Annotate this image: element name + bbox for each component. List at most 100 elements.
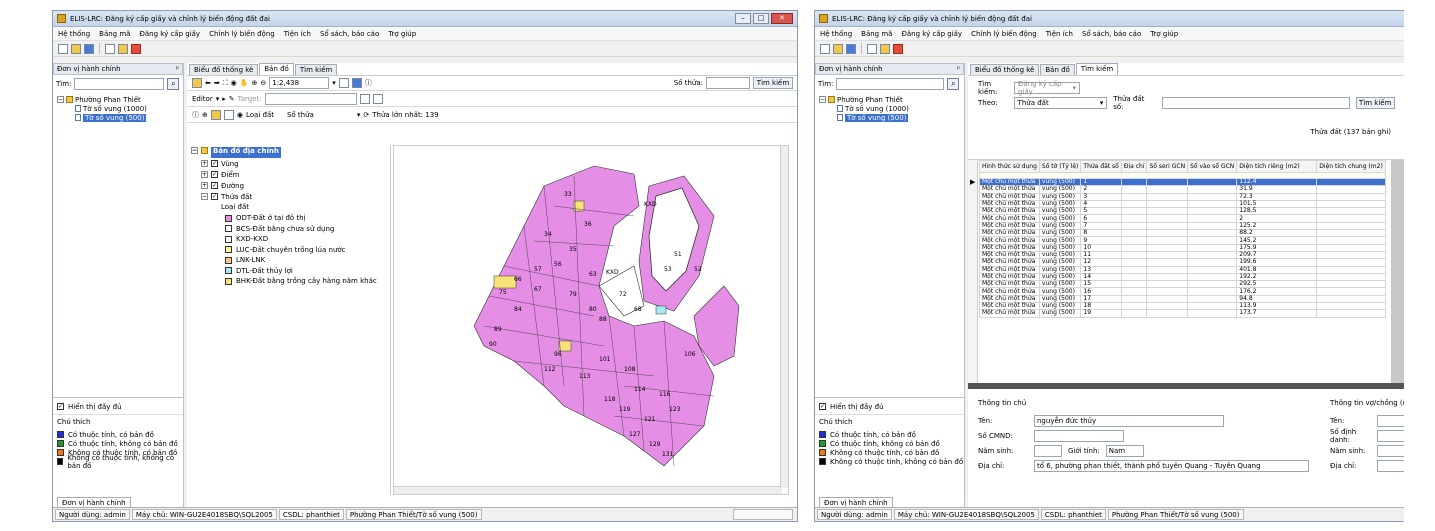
table-row[interactable]: Một chủ một thửa vung (500) 10 175.9 bbox=[979, 243, 1386, 252]
full-extent-icon[interactable]: ⛶ bbox=[223, 79, 228, 88]
tab-search[interactable]: Tìm kiếm bbox=[1075, 63, 1119, 75]
layout-icon[interactable] bbox=[359, 93, 370, 104]
back-arrow-icon[interactable]: ⬅ bbox=[205, 79, 211, 87]
info-icon[interactable]: ⓘ bbox=[365, 78, 372, 88]
collapse-icon[interactable]: − bbox=[57, 96, 64, 103]
globe-icon[interactable]: ◉ bbox=[231, 79, 237, 87]
document-icon[interactable] bbox=[105, 43, 115, 54]
menu-item-chinh-ly[interactable]: Chỉnh lý biến động bbox=[971, 30, 1037, 38]
pencil-icon[interactable]: ✎ bbox=[229, 95, 235, 103]
search-button[interactable]: Tìm kiếm bbox=[1355, 96, 1395, 109]
tree-node-sheet-1000[interactable]: Tờ số vung (1000) bbox=[819, 104, 960, 113]
menu-item-tien-ich[interactable]: Tiện ích bbox=[284, 30, 311, 38]
settings-icon[interactable] bbox=[846, 43, 856, 54]
legend-icon[interactable] bbox=[223, 109, 234, 120]
checkbox-checked-icon[interactable]: ✓ bbox=[57, 403, 64, 410]
table-row[interactable]: Một chủ một thửa vung (500) 11 209.7 bbox=[979, 250, 1386, 260]
checkbox-checked-icon[interactable]: ✓ bbox=[211, 171, 218, 178]
layer-duong[interactable]: + ✓ Đường bbox=[201, 180, 386, 191]
refresh-icon[interactable] bbox=[71, 43, 81, 54]
refresh-icon[interactable] bbox=[833, 43, 843, 54]
menu-item-tien-ich[interactable]: Tiện ích bbox=[1046, 30, 1073, 38]
collapse-icon[interactable]: − bbox=[819, 96, 826, 103]
grid-vertical-scrollbar[interactable] bbox=[1391, 160, 1404, 389]
search-icon[interactable]: ⌕ bbox=[167, 78, 180, 90]
spouse-birth-year-field[interactable] bbox=[1376, 444, 1404, 457]
horizontal-scrollbar[interactable] bbox=[394, 486, 782, 494]
edit-icon[interactable] bbox=[58, 43, 68, 54]
refresh-icon[interactable]: ⟳ bbox=[363, 111, 369, 119]
tim-kiem-combo[interactable]: Đăng ký cấp giấy ▾ bbox=[1014, 80, 1080, 96]
thua-dat-so-input[interactable] bbox=[1162, 96, 1350, 109]
pin-icon[interactable]: ᵖ bbox=[176, 65, 179, 73]
minimize-button[interactable]: – bbox=[735, 13, 751, 24]
chevron-down-icon[interactable]: ▾ bbox=[216, 95, 220, 103]
table-row[interactable]: Một chủ một thửa vung (500) 7 125.2 bbox=[979, 221, 1386, 231]
maximize-button[interactable]: □ bbox=[753, 13, 769, 24]
spouse-id-field[interactable] bbox=[1376, 429, 1404, 442]
attributes-icon[interactable] bbox=[372, 93, 383, 104]
column-header[interactable]: Diện tích riêng (m2) bbox=[1236, 160, 1318, 173]
table-row[interactable]: Một chủ một thửa vung (500) 6 2 bbox=[979, 214, 1386, 223]
layer-thua-dat[interactable]: − ✓ Thửa đất bbox=[201, 191, 386, 202]
show-full-checkbox[interactable]: ✓ Hiển thị đầy đủ bbox=[815, 402, 964, 411]
pointer-icon[interactable]: ▸ bbox=[222, 95, 226, 103]
search-icon[interactable]: ⌕ bbox=[947, 78, 960, 90]
cadastral-map[interactable]: 33 34 35 36 51 52 53 56 57 63 66 67 68 7… bbox=[394, 146, 789, 495]
menu-item-bang-ma[interactable]: Bảng mã bbox=[99, 30, 130, 38]
editor-menu[interactable]: Editor bbox=[192, 95, 213, 103]
settings-icon[interactable] bbox=[84, 43, 94, 54]
pin-icon[interactable]: ᵖ bbox=[957, 65, 960, 73]
spouse-address-field[interactable] bbox=[1376, 459, 1404, 472]
search-input[interactable] bbox=[74, 78, 165, 90]
identify-icon[interactable] bbox=[351, 78, 362, 88]
menu-item-so-sach[interactable]: Sổ sách, báo cáo bbox=[1082, 30, 1141, 38]
so-thua-input[interactable] bbox=[706, 77, 750, 89]
table-row[interactable]: Một chủ một thửa vung (500) 14 192.2 bbox=[979, 272, 1386, 282]
map-view[interactable]: 33 34 35 36 51 52 53 56 57 63 66 67 68 7… bbox=[393, 145, 789, 495]
chevron-down-icon[interactable]: ▾ bbox=[332, 79, 336, 87]
owner-cmnd-field[interactable] bbox=[1034, 429, 1124, 442]
so-thua-combo[interactable]: Số thửa bbox=[287, 111, 314, 119]
scale-combo[interactable]: 1:2,438 bbox=[269, 77, 330, 89]
table-row[interactable]: Một chủ một thửa vung (500) 2 31.9 bbox=[979, 185, 1386, 194]
open-icon[interactable] bbox=[192, 78, 202, 88]
tab-map[interactable]: Bản đồ bbox=[259, 63, 294, 75]
column-header[interactable]: Số vào sổ GCN bbox=[1187, 160, 1238, 173]
table-row[interactable]: Một chủ một thửa vung (500) 16 176.2 bbox=[979, 287, 1386, 296]
table-row[interactable]: Một chủ một thửa vung (500) 13 401.8 bbox=[979, 265, 1386, 274]
owner-address-field[interactable]: tổ 6, phường phan thiết, thành phố tuyên… bbox=[1034, 459, 1309, 472]
checkbox-checked-icon[interactable]: ✓ bbox=[211, 193, 218, 200]
column-header[interactable]: Địa chỉ bbox=[1120, 160, 1148, 173]
edit-icon[interactable] bbox=[820, 43, 830, 54]
column-header[interactable]: Thửa đất số bbox=[1080, 160, 1122, 173]
grid-splitter[interactable] bbox=[968, 383, 1404, 389]
table-icon[interactable] bbox=[118, 43, 128, 54]
table-row[interactable]: Một chủ một thửa vung (500) 9 145.2 bbox=[979, 236, 1386, 245]
menu-item-he-thong[interactable]: Hệ thống bbox=[820, 30, 852, 38]
table-row[interactable]: Một chủ một thửa vung (500) 12 199.6 bbox=[979, 258, 1386, 267]
owner-name-field[interactable]: nguyễn đức thủy bbox=[1034, 414, 1224, 427]
owner-gender-field[interactable]: Nam bbox=[1105, 444, 1144, 457]
table-row[interactable]: Một chủ một thửa vung (500) 17 94.8 bbox=[979, 294, 1386, 304]
vertical-scrollbar[interactable] bbox=[780, 146, 788, 488]
show-full-checkbox[interactable]: ✓ Hiển thị đầy đủ bbox=[53, 402, 183, 411]
globe-icon[interactable]: ◉ bbox=[237, 111, 243, 119]
tab-statistics[interactable]: Biểu đồ thống kê bbox=[970, 64, 1040, 75]
column-header[interactable]: Số tờ (Tỷ lệ) bbox=[1038, 160, 1082, 173]
table-row[interactable]: Một chủ một thửa vung (500) 15 292.5 bbox=[979, 280, 1386, 289]
document-icon[interactable] bbox=[867, 43, 877, 54]
tab-search[interactable]: Tìm kiếm bbox=[294, 64, 338, 75]
menu-item-tro-giup[interactable]: Trợ giúp bbox=[1150, 30, 1178, 38]
layer-icon[interactable] bbox=[210, 109, 221, 120]
menu-item-dang-ky[interactable]: Đăng ký cấp giấy bbox=[901, 30, 962, 38]
tree-node-sheet-500[interactable]: Tờ số vung (500) bbox=[819, 113, 960, 122]
table-row[interactable]: Một chủ một thửa vung (500) 1 112.4 bbox=[979, 177, 1386, 187]
pan-hand-icon[interactable]: ✋ bbox=[240, 79, 249, 87]
zoom-out-icon[interactable]: ⊖ bbox=[260, 79, 266, 87]
table-row[interactable]: Một chủ một thửa vung (500) 4 101.5 bbox=[979, 199, 1386, 209]
column-header[interactable]: Hình thức sử dụng bbox=[979, 160, 1040, 173]
select-icon[interactable] bbox=[338, 78, 349, 88]
tree-node-root[interactable]: − Phường Phan Thiết bbox=[57, 95, 179, 104]
exit-icon[interactable] bbox=[131, 43, 141, 54]
